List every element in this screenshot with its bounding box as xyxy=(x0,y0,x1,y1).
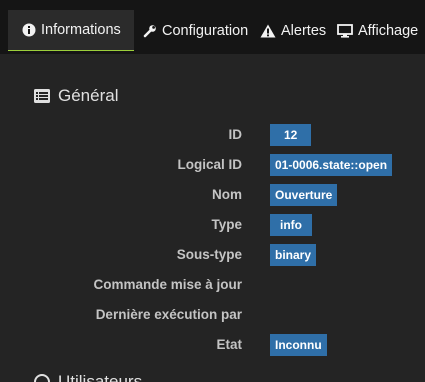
field-label: Nom xyxy=(212,187,242,202)
tab-informations[interactable]: Informations xyxy=(8,10,134,51)
field-row-logical-id: Logical ID 01-0006.state::open xyxy=(0,152,425,178)
section-title-utilisateurs: Utilisateurs xyxy=(34,372,142,382)
field-label: Commande mise à jour xyxy=(93,277,242,292)
tab-affichage[interactable]: Affichage xyxy=(337,10,418,51)
field-label: Etat xyxy=(216,337,242,352)
tab-bar: Informations Configuration Alertes Affic… xyxy=(0,0,425,54)
monitor-icon xyxy=(337,23,353,38)
info-circle-icon xyxy=(22,23,36,37)
warning-icon xyxy=(260,24,276,38)
field-value-badge: Inconnu xyxy=(270,334,327,356)
tab-label: Configuration xyxy=(162,22,249,39)
tab-label: Alertes xyxy=(281,22,327,39)
field-row-sous-type: Sous-type binary xyxy=(0,242,425,268)
field-value-badge: info xyxy=(270,214,312,236)
tab-configuration[interactable]: Configuration xyxy=(143,10,248,51)
field-row-commande-mise-a-jour: Commande mise à jour xyxy=(0,272,425,298)
wrench-icon xyxy=(143,24,157,38)
section-title-text: Utilisateurs xyxy=(58,372,143,382)
field-row-etat: Etat Inconnu xyxy=(0,332,425,358)
field-label: Dernière exécution par xyxy=(95,307,242,322)
field-label: Logical ID xyxy=(177,157,242,172)
field-row-id: ID 12 xyxy=(0,122,425,148)
section-title-general: Général xyxy=(34,86,118,106)
field-row-nom: Nom Ouverture xyxy=(0,182,425,208)
field-label: Sous-type xyxy=(176,247,242,262)
section-title-text: Général xyxy=(58,86,119,105)
field-value-badge: Ouverture xyxy=(270,184,338,206)
field-value-badge: 01-0006.state::open xyxy=(270,154,393,176)
user-icon xyxy=(34,374,50,382)
tab-alertes[interactable]: Alertes xyxy=(260,10,326,51)
field-label: ID xyxy=(228,127,243,142)
field-row-type: Type info xyxy=(0,212,425,238)
list-icon xyxy=(34,89,50,103)
tab-label: Affichage xyxy=(358,22,419,39)
field-label: Type xyxy=(211,217,242,232)
tab-label: Informations xyxy=(41,22,121,38)
field-value-badge: 12 xyxy=(270,124,312,146)
field-value-badge: binary xyxy=(270,244,317,266)
field-row-derniere-execution: Dernière exécution par xyxy=(0,302,425,328)
